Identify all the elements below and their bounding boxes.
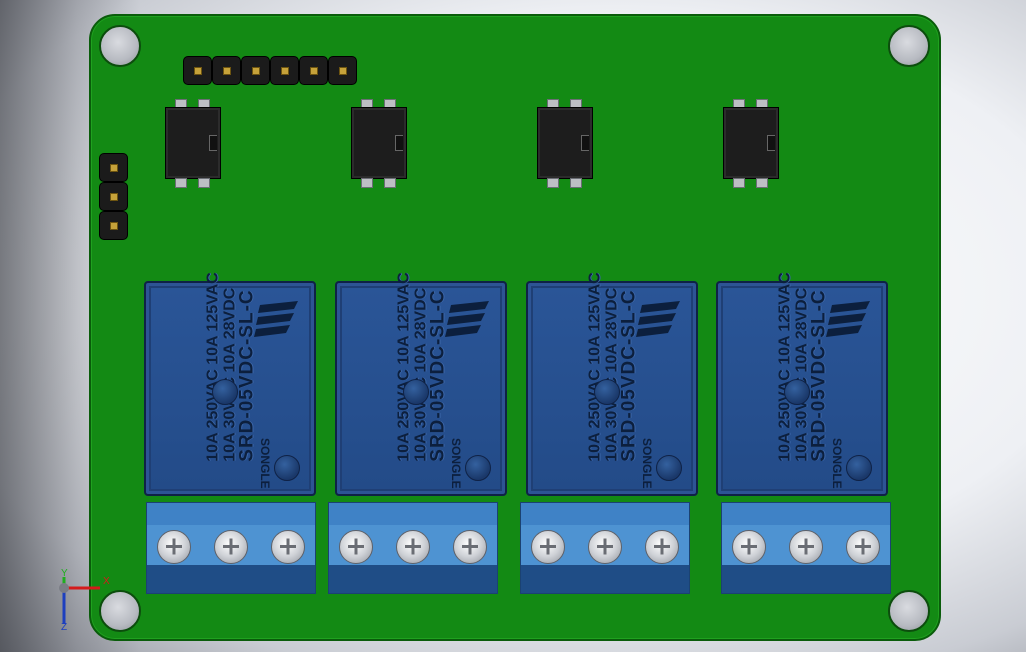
header-pin-icon [270,56,299,85]
relay-brand: SONGLE [449,438,463,489]
screw-terminal-4[interactable] [721,502,891,594]
relay-dot-icon [465,455,491,481]
header-pin-icon [99,153,128,182]
screw-icon[interactable] [531,530,565,564]
screw-icon[interactable] [214,530,248,564]
screw-terminal-3[interactable] [520,502,690,594]
songle-logo-icon [826,301,870,337]
axis-triad-icon: X Y Z [52,568,122,634]
optocoupler-icon [351,97,407,189]
header-pin-icon [212,56,241,85]
axis-y-label: Y [61,568,68,579]
header-pin-icon [328,56,357,85]
relay-rating-label: 10A 250VAC 10A 125VAC 10A 30VDC 10A 28VD… [204,272,258,462]
screw-icon[interactable] [271,530,305,564]
relay-1[interactable]: 10A 250VAC 10A 125VAC 10A 30VDC 10A 28VD… [144,272,316,496]
optocoupler-icon [165,97,221,189]
songle-logo-icon [445,301,489,337]
relay-4[interactable]: 10A 250VAC 10A 125VAC 10A 30VDC 10A 28VD… [716,272,888,496]
relay-rating-label: 10A 250VAC 10A 125VAC 10A 30VDC 10A 28VD… [776,272,830,462]
relay-brand: SONGLE [640,438,654,489]
songle-logo-icon [636,301,680,337]
relay-dot-icon [784,379,810,405]
header-pin-icon [99,182,128,211]
relay-rating-label: 10A 250VAC 10A 125VAC 10A 30VDC 10A 28VD… [586,272,640,462]
screw-icon[interactable] [588,530,622,564]
screw-icon[interactable] [396,530,430,564]
screw-icon[interactable] [339,530,373,564]
relay-dot-icon [656,455,682,481]
mounting-hole-icon [99,25,141,67]
screw-icon[interactable] [789,530,823,564]
relay-dot-icon [846,455,872,481]
header-pin-icon [241,56,270,85]
pcb-board[interactable]: 10A 250VAC 10A 125VAC 10A 30VDC 10A 28VD… [89,14,941,641]
screw-icon[interactable] [157,530,191,564]
relay-3[interactable]: 10A 250VAC 10A 125VAC 10A 30VDC 10A 28VD… [526,272,698,496]
relay-brand: SONGLE [258,438,272,489]
relay-rating-label: 10A 250VAC 10A 125VAC 10A 30VDC 10A 28VD… [395,272,449,462]
mounting-hole-icon [888,590,930,632]
axis-z-label: Z [61,622,68,633]
axis-x-label: X [103,576,110,587]
header-pin-icon [299,56,328,85]
header-pin-icon [99,211,128,240]
screw-icon[interactable] [453,530,487,564]
screw-terminal-2[interactable] [328,502,498,594]
relay-dot-icon [212,379,238,405]
optocoupler-icon [537,97,593,189]
relay-dot-icon [403,379,429,405]
songle-logo-icon [254,301,298,337]
screw-icon[interactable] [732,530,766,564]
mounting-hole-icon [888,25,930,67]
screw-terminal-1[interactable] [146,502,316,594]
screw-icon[interactable] [645,530,679,564]
header-pin-icon [183,56,212,85]
relay-dot-icon [274,455,300,481]
optocoupler-icon [723,97,779,189]
relay-brand: SONGLE [830,438,844,489]
relay-2[interactable]: 10A 250VAC 10A 125VAC 10A 30VDC 10A 28VD… [335,272,507,496]
relay-dot-icon [594,379,620,405]
screw-icon[interactable] [846,530,880,564]
